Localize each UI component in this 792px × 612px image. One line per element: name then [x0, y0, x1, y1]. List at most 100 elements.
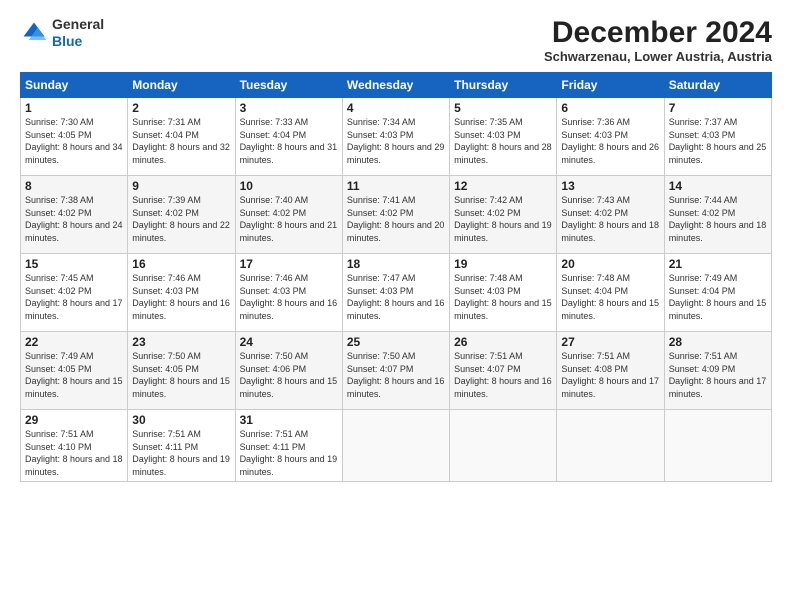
calendar-cell: 14Sunrise: 7:44 AMSunset: 4:02 PMDayligh…	[664, 176, 771, 254]
day-info: Sunrise: 7:39 AMSunset: 4:02 PMDaylight:…	[132, 195, 230, 243]
calendar-cell: 21 Sunrise: 7:49 AMSunset: 4:04 PMDayligh…	[664, 254, 771, 332]
day-info: Sunrise: 7:30 AMSunset: 4:05 PMDaylight:…	[25, 117, 123, 165]
day-number: 16	[132, 257, 230, 271]
day-info: Sunrise: 7:51 AMSunset: 4:10 PMDaylight:…	[25, 429, 123, 477]
day-info: Sunrise: 7:37 AMSunset: 4:03 PMDaylight:…	[669, 117, 767, 165]
day-number: 7	[669, 101, 767, 115]
day-info: Sunrise: 7:40 AMSunset: 4:02 PMDaylight:…	[240, 195, 338, 243]
day-number: 28	[669, 335, 767, 349]
calendar-cell: 7 Sunrise: 7:37 AMSunset: 4:03 PMDaylight…	[664, 98, 771, 176]
day-info: Sunrise: 7:50 AMSunset: 4:05 PMDaylight:…	[132, 351, 230, 399]
day-number: 24	[240, 335, 338, 349]
calendar-cell: 31 Sunrise: 7:51 AMSunset: 4:11 PMDayligh…	[235, 410, 342, 482]
day-number: 13	[561, 179, 659, 193]
title-block: December 2024 Schwarzenau, Lower Austria…	[544, 16, 772, 64]
day-number: 27	[561, 335, 659, 349]
header: General Blue December 2024 Schwarzenau, …	[20, 16, 772, 64]
calendar-cell: 13 Sunrise: 7:43 AMSunset: 4:02 PMDayligh…	[557, 176, 664, 254]
day-number: 21	[669, 257, 767, 271]
day-number: 2	[132, 101, 230, 115]
day-number: 4	[347, 101, 445, 115]
calendar-cell: 4 Sunrise: 7:34 AMSunset: 4:03 PMDaylight…	[342, 98, 449, 176]
header-sunday: Sunday	[21, 73, 128, 98]
day-number: 9	[132, 179, 230, 193]
calendar-cell: 16 Sunrise: 7:46 AMSunset: 4:03 PMDayligh…	[128, 254, 235, 332]
calendar-cell: 30 Sunrise: 7:51 AMSunset: 4:11 PMDayligh…	[128, 410, 235, 482]
calendar-cell: 8 Sunrise: 7:38 AMSunset: 4:02 PMDaylight…	[21, 176, 128, 254]
day-info: Sunrise: 7:44 AMSunset: 4:02 PMDaylight:…	[669, 195, 767, 243]
calendar-cell: 26Sunrise: 7:51 AMSunset: 4:07 PMDayligh…	[450, 332, 557, 410]
calendar-cell	[342, 410, 449, 482]
calendar-cell: 15 Sunrise: 7:45 AMSunset: 4:02 PMDayligh…	[21, 254, 128, 332]
day-info: Sunrise: 7:38 AMSunset: 4:02 PMDaylight:…	[25, 195, 123, 243]
calendar-cell: 9 Sunrise: 7:39 AMSunset: 4:02 PMDaylight…	[128, 176, 235, 254]
day-number: 5	[454, 101, 552, 115]
calendar-cell	[664, 410, 771, 482]
calendar-cell: 12 Sunrise: 7:42 AMSunset: 4:02 PMDayligh…	[450, 176, 557, 254]
day-info: Sunrise: 7:34 AMSunset: 4:03 PMDaylight:…	[347, 117, 445, 165]
day-info: Sunrise: 7:49 AMSunset: 4:05 PMDaylight:…	[25, 351, 123, 399]
day-number: 30	[132, 413, 230, 427]
day-info: Sunrise: 7:33 AMSunset: 4:04 PMDaylight:…	[240, 117, 338, 165]
day-info: Sunrise: 7:35 AMSunset: 4:03 PMDaylight:…	[454, 117, 552, 165]
day-info: Sunrise: 7:50 AMSunset: 4:06 PMDaylight:…	[240, 351, 338, 399]
location: Schwarzenau, Lower Austria, Austria	[544, 49, 772, 64]
day-info: Sunrise: 7:45 AMSunset: 4:02 PMDaylight:…	[25, 273, 123, 321]
calendar-cell	[450, 410, 557, 482]
day-info: Sunrise: 7:31 AMSunset: 4:04 PMDaylight:…	[132, 117, 230, 165]
day-number: 11	[347, 179, 445, 193]
calendar-cell: 5 Sunrise: 7:35 AMSunset: 4:03 PMDaylight…	[450, 98, 557, 176]
day-number: 15	[25, 257, 123, 271]
calendar-cell: 25Sunrise: 7:50 AMSunset: 4:07 PMDayligh…	[342, 332, 449, 410]
day-number: 3	[240, 101, 338, 115]
calendar-cell: 28Sunrise: 7:51 AMSunset: 4:09 PMDayligh…	[664, 332, 771, 410]
day-number: 31	[240, 413, 338, 427]
day-info: Sunrise: 7:36 AMSunset: 4:03 PMDaylight:…	[561, 117, 659, 165]
day-number: 29	[25, 413, 123, 427]
day-info: Sunrise: 7:42 AMSunset: 4:02 PMDaylight:…	[454, 195, 552, 243]
day-info: Sunrise: 7:47 AMSunset: 4:03 PMDaylight:…	[347, 273, 445, 321]
day-number: 10	[240, 179, 338, 193]
calendar-cell: 23 Sunrise: 7:50 AMSunset: 4:05 PMDayligh…	[128, 332, 235, 410]
calendar-cell: 11Sunrise: 7:41 AMSunset: 4:02 PMDayligh…	[342, 176, 449, 254]
day-info: Sunrise: 7:43 AMSunset: 4:02 PMDaylight:…	[561, 195, 659, 243]
day-number: 26	[454, 335, 552, 349]
header-wednesday: Wednesday	[342, 73, 449, 98]
day-number: 1	[25, 101, 123, 115]
day-info: Sunrise: 7:46 AMSunset: 4:03 PMDaylight:…	[240, 273, 338, 321]
day-number: 8	[25, 179, 123, 193]
calendar-cell: 20Sunrise: 7:48 AMSunset: 4:04 PMDayligh…	[557, 254, 664, 332]
calendar-cell: 10 Sunrise: 7:40 AMSunset: 4:02 PMDayligh…	[235, 176, 342, 254]
logo-blue: Blue	[52, 33, 82, 49]
day-info: Sunrise: 7:48 AMSunset: 4:03 PMDaylight:…	[454, 273, 552, 321]
day-number: 19	[454, 257, 552, 271]
day-info: Sunrise: 7:49 AMSunset: 4:04 PMDaylight:…	[669, 273, 767, 321]
calendar-cell: 27 Sunrise: 7:51 AMSunset: 4:08 PMDayligh…	[557, 332, 664, 410]
day-number: 17	[240, 257, 338, 271]
day-number: 23	[132, 335, 230, 349]
header-friday: Friday	[557, 73, 664, 98]
calendar-cell: 24 Sunrise: 7:50 AMSunset: 4:06 PMDayligh…	[235, 332, 342, 410]
logo-icon	[20, 19, 48, 47]
day-info: Sunrise: 7:51 AMSunset: 4:08 PMDaylight:…	[561, 351, 659, 399]
day-info: Sunrise: 7:51 AMSunset: 4:11 PMDaylight:…	[132, 429, 230, 477]
calendar-cell: 19 Sunrise: 7:48 AMSunset: 4:03 PMDayligh…	[450, 254, 557, 332]
day-number: 20	[561, 257, 659, 271]
day-info: Sunrise: 7:50 AMSunset: 4:07 PMDaylight:…	[347, 351, 445, 399]
calendar-cell: 2 Sunrise: 7:31 AMSunset: 4:04 PMDaylight…	[128, 98, 235, 176]
day-number: 12	[454, 179, 552, 193]
day-info: Sunrise: 7:51 AMSunset: 4:11 PMDaylight:…	[240, 429, 338, 477]
header-monday: Monday	[128, 73, 235, 98]
calendar-table: Sunday Monday Tuesday Wednesday Thursday…	[20, 72, 772, 482]
header-tuesday: Tuesday	[235, 73, 342, 98]
calendar-cell: 18Sunrise: 7:47 AMSunset: 4:03 PMDayligh…	[342, 254, 449, 332]
logo: General Blue	[20, 16, 104, 50]
calendar-cell: 22Sunrise: 7:49 AMSunset: 4:05 PMDayligh…	[21, 332, 128, 410]
logo-general: General	[52, 16, 104, 32]
day-info: Sunrise: 7:46 AMSunset: 4:03 PMDaylight:…	[132, 273, 230, 321]
header-saturday: Saturday	[664, 73, 771, 98]
calendar-page: General Blue December 2024 Schwarzenau, …	[0, 0, 792, 612]
logo-text: General Blue	[52, 16, 104, 50]
calendar-cell: 29 Sunrise: 7:51 AMSunset: 4:10 PMDayligh…	[21, 410, 128, 482]
calendar-cell: 6Sunrise: 7:36 AMSunset: 4:03 PMDaylight…	[557, 98, 664, 176]
